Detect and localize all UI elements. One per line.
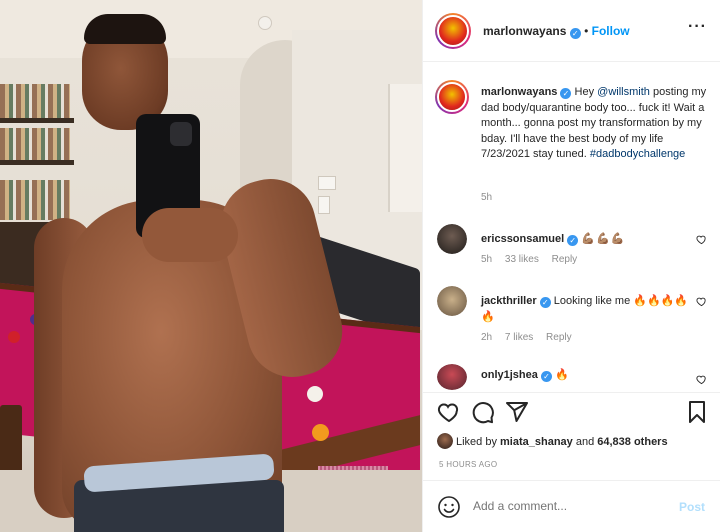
comment-time: 5h	[481, 254, 493, 265]
caption-hashtag-link[interactable]: #dadbodychallenge	[590, 148, 685, 160]
comment-likes[interactable]: 7 likes	[505, 332, 533, 343]
comment-heart-icon[interactable]	[696, 234, 707, 245]
comment-text: 🔥	[554, 369, 569, 381]
add-comment-input[interactable]	[473, 499, 663, 513]
comment-time: 2h	[481, 332, 493, 343]
header-identity: marlonwayans ✓ • Follow	[483, 24, 630, 39]
post-timestamp: 5 HOURS AGO	[439, 460, 498, 469]
comment-username[interactable]: jackthriller	[481, 295, 537, 307]
author-avatar-image	[437, 15, 469, 47]
likes-avatar-image	[437, 433, 453, 449]
photo-red-ball	[8, 331, 20, 343]
verified-badge-icon: ✓	[569, 28, 581, 39]
heart-icon[interactable]	[437, 400, 461, 424]
comment-avatar[interactable]	[437, 286, 467, 316]
comment-reply-button[interactable]: Reply	[552, 254, 578, 265]
photo-smoke-detector	[258, 16, 272, 30]
caption-mention-link[interactable]: @willsmith	[597, 86, 650, 98]
caption-avatar[interactable]	[435, 80, 469, 114]
caption-avatar-image	[437, 82, 467, 112]
action-bar	[435, 400, 711, 428]
follow-button[interactable]: Follow	[592, 24, 630, 38]
bookmark-icon[interactable]	[685, 400, 709, 424]
photo-door	[388, 84, 422, 212]
comment-meta: 5h 33 likes Reply	[481, 254, 587, 265]
header-username[interactable]: marlonwayans	[483, 24, 566, 38]
caption-text: marlonwayans ✓ Hey @willsmith posting my…	[481, 85, 709, 163]
photo-phone-camera	[170, 122, 192, 146]
post-comment-button[interactable]: Post	[679, 500, 705, 514]
comment-text: 💪🏽💪🏽💪🏽	[581, 233, 626, 245]
post-photo[interactable]	[0, 0, 422, 532]
verified-badge-icon: ✓	[540, 371, 552, 382]
likes-count-link[interactable]: 64,838 others	[597, 436, 667, 448]
likes-middle: and	[572, 436, 598, 448]
post-side-panel: marlonwayans ✓ • Follow ··· marlonwayans…	[422, 0, 720, 532]
likes-user-link[interactable]: miata_shanay	[500, 436, 573, 448]
verified-badge-icon: ✓	[567, 235, 579, 246]
comment-icon[interactable]	[471, 400, 495, 424]
actions-divider	[423, 392, 720, 393]
likes-prefix: Liked by	[456, 436, 501, 448]
comment-username[interactable]: ericssonsamuel	[481, 233, 564, 245]
verified-badge-icon: ✓	[539, 297, 551, 308]
photo-person-hand	[142, 208, 238, 262]
post-header: marlonwayans ✓ • Follow ···	[423, 0, 720, 62]
comment-avatar-image	[437, 364, 467, 390]
comment-avatar[interactable]	[437, 364, 467, 390]
comment-avatar-image	[437, 286, 467, 316]
comment-heart-icon[interactable]	[696, 374, 707, 385]
caption-text-before: Hey	[574, 86, 598, 98]
header-separator: •	[584, 24, 589, 38]
likes-summary: Liked by miata_shanay and 64,838 others	[437, 433, 668, 450]
comment-username[interactable]: only1jshea	[481, 369, 538, 381]
caption-time: 5h	[481, 192, 493, 203]
comment-body: only1jshea ✓ 🔥	[481, 367, 681, 383]
comment-avatar[interactable]	[437, 224, 467, 254]
photo-person-hair	[84, 14, 166, 44]
author-avatar[interactable]	[435, 13, 471, 49]
more-options-icon[interactable]: ···	[688, 19, 707, 35]
comment-body: ericssonsamuel ✓ 💪🏽💪🏽💪🏽	[481, 231, 681, 247]
add-comment-bar: Post	[423, 480, 720, 532]
comment-likes[interactable]: 33 likes	[505, 254, 539, 265]
photo-person	[34, 14, 352, 532]
comment-reply-button[interactable]: Reply	[546, 332, 572, 343]
emoji-icon[interactable]	[437, 495, 461, 519]
verified-badge-icon: ✓	[560, 88, 572, 99]
share-icon[interactable]	[505, 400, 529, 424]
comment-avatar-image	[437, 224, 467, 254]
comment-meta: 2h 7 likes Reply	[481, 332, 582, 343]
likes-avatar[interactable]	[437, 433, 453, 449]
comment-heart-icon[interactable]	[696, 296, 707, 307]
caption-username[interactable]: marlonwayans	[481, 86, 557, 98]
comment-body: jackthriller ✓ Looking like me 🔥🔥🔥🔥🔥	[481, 293, 693, 325]
